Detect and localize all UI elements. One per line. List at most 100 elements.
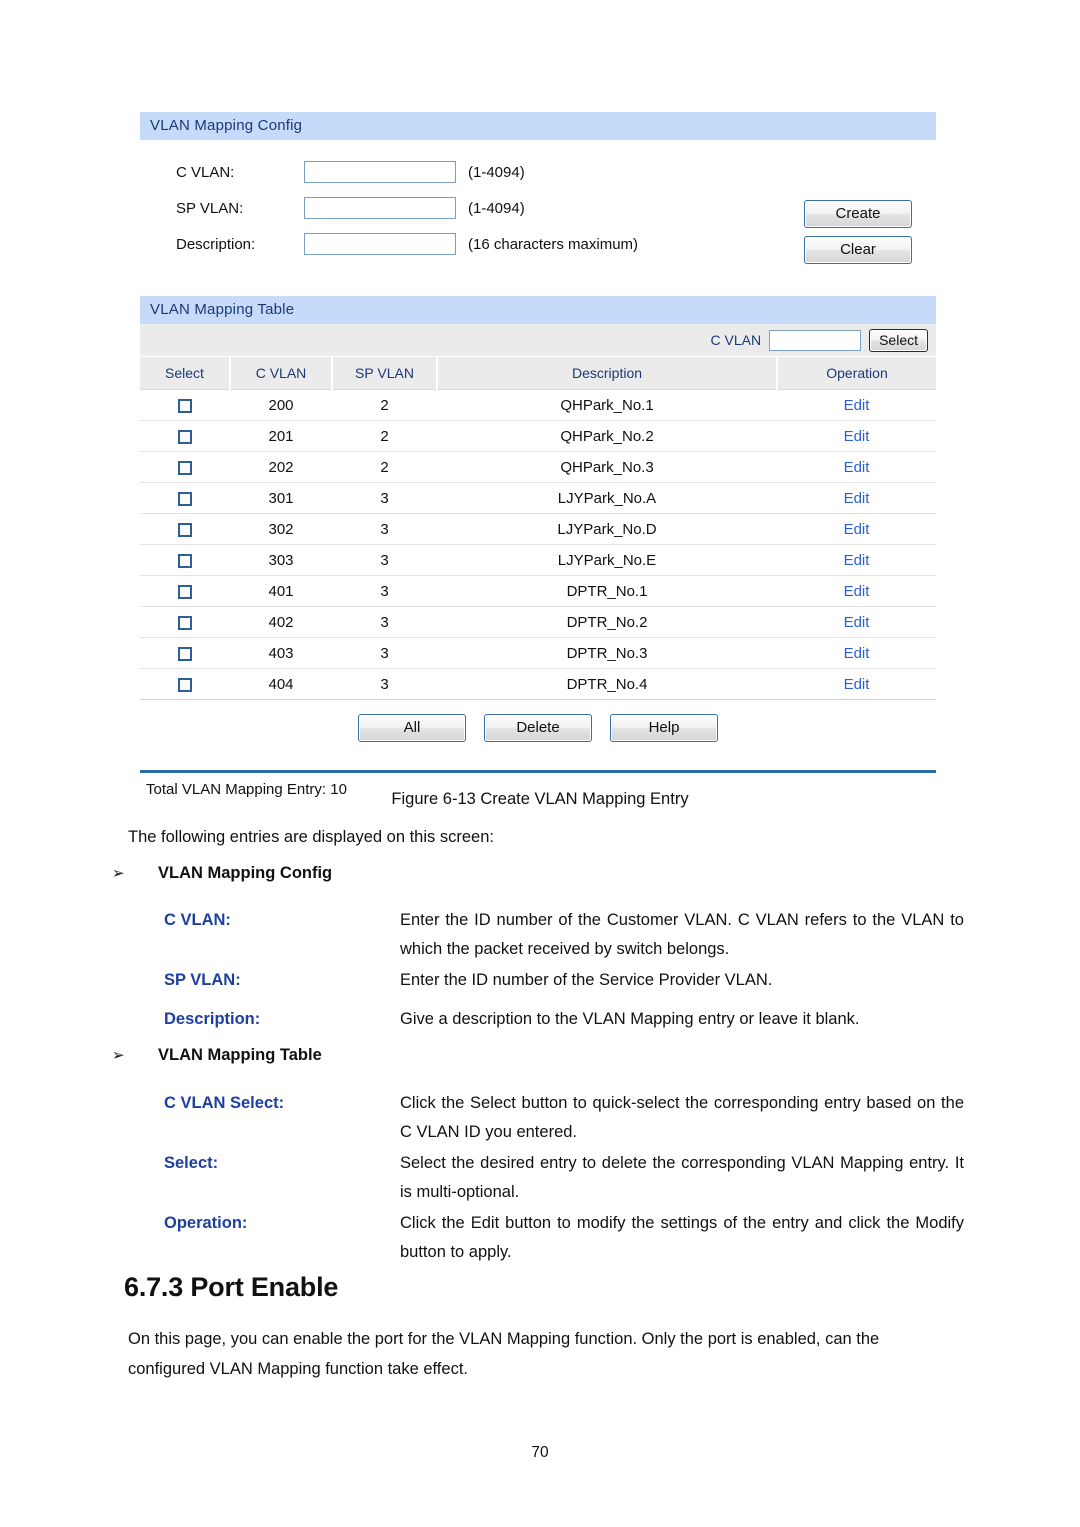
edit-link[interactable]: Edit (844, 397, 870, 414)
edit-link[interactable]: Edit (844, 521, 870, 538)
row-select-cell (140, 606, 230, 638)
ui-screenshot: VLAN Mapping Config C VLAN: (1-4094) SP … (140, 112, 936, 798)
row-checkbox[interactable] (178, 522, 192, 537)
table-panel-title: VLAN Mapping Table (140, 296, 936, 324)
term-sp-vlan: SP VLAN: Enter the ID number of the Serv… (164, 966, 964, 995)
config-actions: Create Clear (804, 200, 912, 264)
row-sp-vlan: 3 (332, 606, 437, 638)
row-checkbox[interactable] (178, 460, 192, 475)
col-header-description: Description (437, 357, 778, 390)
row-description: QHPark_No.1 (437, 389, 777, 421)
row-select-cell (140, 544, 230, 576)
edit-link[interactable]: Edit (844, 676, 870, 693)
help-button[interactable]: Help (610, 714, 718, 742)
row-sp-vlan: 2 (332, 420, 437, 452)
search-select-button[interactable]: Select (869, 328, 928, 352)
description-hint: (16 characters maximum) (468, 235, 639, 253)
all-button[interactable]: All (358, 714, 466, 742)
search-c-vlan-input[interactable] (769, 329, 862, 351)
bullet-vlan-mapping-table: ➢ VLAN Mapping Table (112, 1046, 322, 1065)
c-vlan-row: C VLAN: (1-4094) (140, 154, 936, 190)
table-row: 201 2 QHPark_No.2 Edit (140, 420, 936, 452)
table-search-toolbar: C VLAN Select (140, 324, 936, 357)
page-number: 70 (531, 1444, 549, 1461)
bullet-label-table: VLAN Mapping Table (158, 1046, 322, 1064)
edit-link[interactable]: Edit (844, 614, 870, 631)
create-button[interactable]: Create (804, 200, 912, 228)
sp-vlan-input[interactable] (304, 197, 456, 219)
row-checkbox[interactable] (178, 429, 192, 444)
row-description: DPTR_No.4 (437, 668, 777, 700)
row-select-cell (140, 420, 230, 452)
row-checkbox[interactable] (178, 646, 192, 661)
row-c-vlan: 202 (230, 451, 332, 483)
delete-button[interactable]: Delete (484, 714, 592, 742)
c-vlan-label: C VLAN: (176, 163, 235, 181)
table-row: 200 2 QHPark_No.1 Edit (140, 389, 936, 421)
row-checkbox[interactable] (178, 615, 192, 630)
edit-link[interactable]: Edit (844, 459, 870, 476)
row-checkbox[interactable] (178, 677, 192, 692)
row-checkbox[interactable] (178, 398, 192, 413)
row-sp-vlan: 3 (332, 575, 437, 607)
term-definition-c-vlan: Enter the ID number of the Customer VLAN… (400, 911, 964, 958)
bullet-arrow-icon-2: ➢ (112, 1047, 125, 1064)
row-select-cell (140, 482, 230, 514)
vlan-mapping-table-panel: VLAN Mapping Table C VLAN Select Select … (140, 296, 936, 798)
table-row: 202 2 QHPark_No.3 Edit (140, 451, 936, 483)
vlan-mapping-config-panel: VLAN Mapping Config C VLAN: (1-4094) SP … (140, 112, 936, 278)
edit-link[interactable]: Edit (844, 490, 870, 507)
row-operation-cell: Edit (777, 451, 936, 483)
edit-link[interactable]: Edit (844, 428, 870, 445)
description-input[interactable] (304, 233, 456, 255)
row-sp-vlan: 3 (332, 637, 437, 669)
term-label-description: Description: (164, 1010, 261, 1028)
row-sp-vlan: 2 (332, 451, 437, 483)
row-c-vlan: 200 (230, 389, 332, 421)
c-vlan-input[interactable] (304, 161, 456, 183)
clear-button[interactable]: Clear (804, 236, 912, 264)
sp-vlan-hint: (1-4094) (468, 199, 525, 217)
description-label: Description: (176, 235, 256, 253)
table-row: 404 3 DPTR_No.4 Edit (140, 668, 936, 700)
edit-link[interactable]: Edit (844, 583, 870, 600)
edit-link[interactable]: Edit (844, 552, 870, 569)
term-definition-operation: Click the Edit button to modify the sett… (400, 1214, 964, 1261)
row-select-cell (140, 668, 230, 700)
search-c-vlan-label: C VLAN (710, 332, 762, 348)
term-label-select: Select: (164, 1154, 219, 1172)
row-operation-cell: Edit (777, 389, 936, 421)
table-header-row: Select C VLAN SP VLAN Description Operat… (140, 357, 936, 390)
term-label-sp-vlan: SP VLAN: (164, 971, 241, 989)
col-header-select: Select (140, 357, 231, 390)
row-checkbox[interactable] (178, 491, 192, 506)
term-c-vlan-select: C VLAN Select: Click the Select button t… (164, 1089, 964, 1147)
term-definition-c-vlan-select: Click the Select button to quick-select … (400, 1094, 964, 1141)
bullet-vlan-mapping-config: ➢ VLAN Mapping Config (112, 864, 332, 883)
row-checkbox[interactable] (178, 553, 192, 568)
row-c-vlan: 404 (230, 668, 332, 700)
term-definition-description: Give a description to the VLAN Mapping e… (400, 1010, 860, 1028)
table-row: 301 3 LJYPark_No.A Edit (140, 482, 936, 514)
row-sp-vlan: 3 (332, 482, 437, 514)
row-operation-cell: Edit (777, 575, 936, 607)
row-select-cell (140, 451, 230, 483)
table-row: 302 3 LJYPark_No.D Edit (140, 513, 936, 545)
row-select-cell (140, 575, 230, 607)
row-description: DPTR_No.1 (437, 575, 777, 607)
config-panel-body: C VLAN: (1-4094) SP VLAN: (1-4094) Descr… (140, 140, 936, 278)
row-checkbox[interactable] (178, 584, 192, 599)
section-paragraph-port-enable: On this page, you can enable the port fo… (128, 1330, 880, 1378)
term-select: Select: Select the desired entry to dele… (164, 1149, 964, 1207)
row-operation-cell: Edit (777, 420, 936, 452)
table-actions: All Delete Help (140, 700, 936, 758)
row-sp-vlan: 3 (332, 668, 437, 700)
bullet-arrow-icon: ➢ (112, 865, 125, 882)
row-c-vlan: 401 (230, 575, 332, 607)
row-description: LJYPark_No.D (437, 513, 777, 545)
intro-paragraph: The following entries are displayed on t… (128, 828, 494, 846)
col-header-operation: Operation (777, 357, 936, 390)
term-operation: Operation: Click the Edit button to modi… (164, 1209, 964, 1267)
edit-link[interactable]: Edit (844, 645, 870, 662)
term-label-operation: Operation: (164, 1214, 248, 1232)
